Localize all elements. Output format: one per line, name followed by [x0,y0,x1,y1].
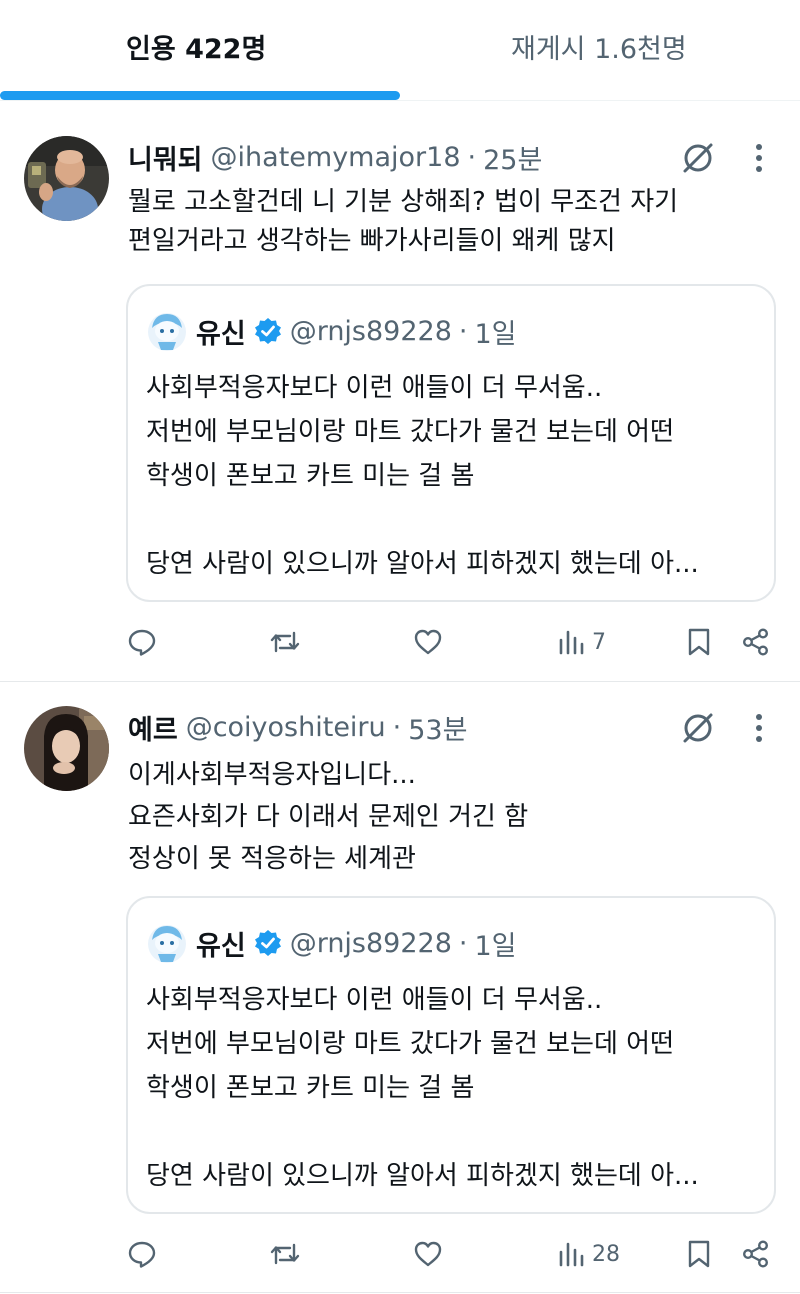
separator-dot: · [392,711,402,743]
like-icon [414,629,442,655]
tab-reposts[interactable]: 재게시 1.6천명 [511,32,687,68]
repost-button[interactable] [270,617,300,667]
share-icon [743,628,769,656]
action-bar: 28 [0,1229,800,1279]
verified-badge-icon [254,930,281,956]
tab-quotes[interactable]: 인용 422명 [126,32,266,68]
reply-icon [128,1241,156,1268]
quoted-handle: @rnjs89228 [289,927,452,959]
tweet-text: 이게사회부적응자입니다... 요즌사회가 다 이래서 문제인 거긴 함 정상이 … [128,754,778,880]
quoted-text-line: 학생이 폰보고 카트 미는 걸 봄 [146,461,475,491]
separator-dot: · [458,927,468,959]
quoted-avatar [148,925,186,963]
quoted-text-line: 당연 사람이 있으니까 알아서 피하겠지 했는데 아... [146,549,699,579]
separator-dot: · [467,141,477,173]
repost-icon [270,631,300,653]
grok-icon[interactable] [678,138,718,178]
views-icon [559,1242,584,1267]
verified-badge-icon [254,318,281,344]
quoted-display-name: 유신 [196,318,246,350]
tweet-text-line: 정상이 못 적응하는 세계관 [128,844,416,874]
timestamp[interactable]: 25분 [483,138,542,177]
views-button[interactable]: 28 [556,1229,620,1279]
quoted-text-line: 사회부적응자보다 이런 애들이 더 무서움.. [146,373,603,403]
bookmark-button[interactable] [684,617,714,667]
like-button[interactable] [413,617,443,667]
tweet-header: 니뭐되 @ihatemymajor18 · 25분 [128,137,542,177]
repost-button[interactable] [270,1229,300,1279]
like-button[interactable] [413,1229,443,1279]
tweet-header: 예르 @coiyoshiteiru · 53분 [128,707,467,747]
more-icon[interactable] [745,138,773,178]
tweet-divider [0,1292,800,1293]
like-icon [414,1241,442,1267]
active-tab-indicator [0,91,400,100]
share-button[interactable] [741,617,771,667]
tweet-text: 뭘로 고소할건데 니 기분 상해죄? 법이 무조건 자기 편일거라고 생각하는 … [128,183,778,261]
quoted-tweet[interactable]: 유신 @rnjs89228 · 1일 사회부적응자보다 이런 애들이 더 무서움… [126,284,776,602]
quoted-display-name: 유신 [196,930,246,962]
quoted-timestamp: 1일 [474,318,517,350]
tweet-text-line: 편일거라고 생각하는 빠가사리들이 왜케 많지 [128,226,616,256]
quoted-text-line: 당연 사람이 있으니까 알아서 피하겠지 했는데 아... [146,1161,699,1191]
more-icon[interactable] [745,708,773,748]
bookmark-button[interactable] [684,1229,714,1279]
quoted-text-line: 저번에 부모님이랑 마트 갔다가 물건 보는데 어떤 [146,417,674,447]
avatar[interactable] [24,136,109,221]
reply-icon [128,629,156,656]
tweet-text-line: 뭘로 고소할건데 니 기분 상해죄? 법이 무조건 자기 [128,187,679,217]
views-button[interactable]: 7 [556,617,606,667]
tab-divider [0,100,800,101]
quoted-text-line: 학생이 폰보고 카트 미는 걸 봄 [146,1073,475,1103]
grok-icon[interactable] [678,708,718,748]
quoted-handle: @rnjs89228 [289,315,452,347]
tab-bar: 인용 422명 재게시 1.6천명 [0,0,800,101]
quoted-tweet[interactable]: 유신 @rnjs89228 · 1일 사회부적응자보다 이런 애들이 더 무서움… [126,896,776,1214]
separator-dot: · [458,315,468,347]
reply-button[interactable] [127,617,157,667]
bookmark-icon [688,628,710,656]
timestamp[interactable]: 53분 [408,708,467,747]
quoted-header: 유신 @rnjs89228 · 1일 [196,923,517,963]
tweet-text-line: 요즌사회가 다 이래서 문제인 거긴 함 [128,802,529,832]
tweet-divider [0,681,800,682]
avatar[interactable] [24,706,109,791]
quoted-text-line: 저번에 부모님이랑 마트 갔다가 물건 보는데 어떤 [146,1029,674,1059]
repost-icon [270,1243,300,1265]
views-count: 28 [592,1241,620,1267]
bookmark-icon [688,1240,710,1268]
share-icon [743,1240,769,1268]
views-icon [559,630,584,655]
quoted-text-line: 사회부적응자보다 이런 애들이 더 무서움.. [146,985,603,1015]
quoted-text: 사회부적응자보다 이런 애들이 더 무서움.. 저번에 부모님이랑 마트 갔다가… [146,366,766,586]
reply-button[interactable] [127,1229,157,1279]
quoted-header: 유신 @rnjs89228 · 1일 [196,311,517,351]
display-name[interactable]: 니뭐되 [128,138,203,177]
quoted-avatar [148,313,186,351]
user-handle[interactable]: @coiyoshiteiru [186,712,386,743]
quoted-text: 사회부적응자보다 이런 애들이 더 무서움.. 저번에 부모님이랑 마트 갔다가… [146,978,766,1198]
user-handle[interactable]: @ihatemymajor18 [211,142,461,173]
action-bar: 7 [0,617,800,667]
share-button[interactable] [741,1229,771,1279]
tweet-text-line: 이게사회부적응자입니다... [128,760,416,790]
display-name[interactable]: 예르 [128,708,178,747]
quoted-timestamp: 1일 [474,930,517,962]
views-count: 7 [592,629,606,655]
